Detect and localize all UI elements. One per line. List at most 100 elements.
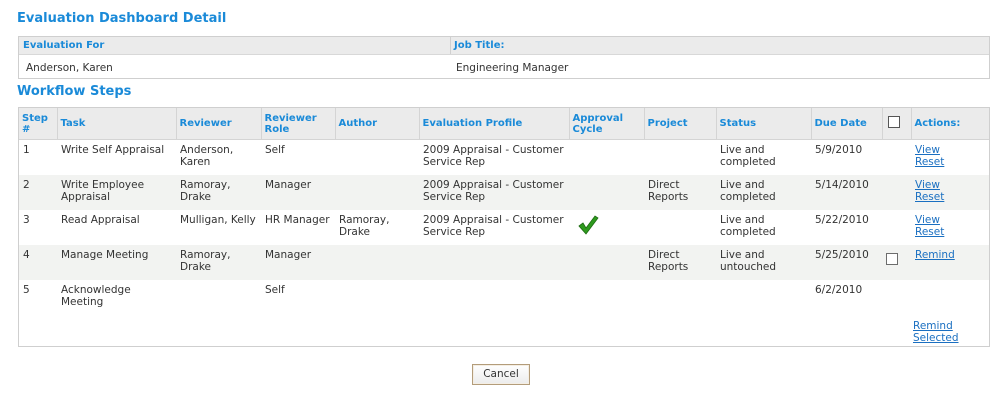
cell-due-date: 5/22/2010 xyxy=(815,214,869,226)
cell-author xyxy=(335,140,419,176)
cell-task: Read Appraisal xyxy=(61,214,140,226)
workflow-title: Workflow Steps xyxy=(17,84,132,99)
cell-status: Live and untouched xyxy=(716,245,811,280)
reset-link[interactable]: Reset xyxy=(915,156,985,168)
cell-task: Write Employee Appraisal xyxy=(57,175,176,210)
cell-step: 4 xyxy=(19,245,57,280)
cell-reviewer: Mulligan, Kelly xyxy=(180,214,256,226)
col-header-author: Author xyxy=(334,108,419,140)
table-header-row: Step # Task Reviewer Reviewer Role Autho… xyxy=(19,108,989,140)
table-row: 5 Acknowledge Meeting Self 6/2/2010 xyxy=(19,280,989,345)
cell-select xyxy=(882,210,911,245)
table-row: 3 Read Appraisal Mulligan, Kelly HR Mana… xyxy=(19,210,989,245)
col-header-reviewer: Reviewer xyxy=(175,108,261,140)
job-title-label: Job Title: xyxy=(454,40,505,51)
cell-role: Manager xyxy=(261,175,335,210)
col-header-reviewer-role: Reviewer Role xyxy=(260,108,335,140)
cell-task: Acknowledge Meeting xyxy=(61,284,131,308)
cell-profile: 2009 Appraisal - Customer Service Rep xyxy=(423,144,564,168)
cell-approval xyxy=(569,140,644,176)
evaluation-info-header: Evaluation For Job Title: xyxy=(19,37,989,55)
cell-profile: 2009 Appraisal - Customer Service Rep xyxy=(423,214,564,238)
cell-status: Live and completed xyxy=(720,214,776,238)
remind-link[interactable]: Remind xyxy=(915,249,985,261)
cell-role: Self xyxy=(265,144,285,156)
workflow-table-box: Step # Task Reviewer Reviewer Role Autho… xyxy=(18,107,990,347)
table-row: 1 Write Self Appraisal Anderson, Karen S… xyxy=(19,140,989,176)
cell-select xyxy=(882,175,911,210)
cell-actions: Remind xyxy=(911,245,989,280)
cell-status: Live and completed xyxy=(720,144,776,168)
evaluation-info-box: Evaluation For Job Title: Anderson, Kare… xyxy=(18,36,990,79)
cell-project xyxy=(644,210,716,245)
reset-link[interactable]: Reset xyxy=(915,226,985,238)
cell-profile xyxy=(419,280,569,345)
cell-role: Manager xyxy=(261,245,335,280)
page-title: Evaluation Dashboard Detail xyxy=(17,11,227,26)
workflow-table: Step # Task Reviewer Reviewer Role Autho… xyxy=(19,108,989,345)
select-all-checkbox[interactable] xyxy=(887,116,900,128)
col-header-status: Status xyxy=(715,108,811,140)
view-link[interactable]: View xyxy=(915,179,985,191)
cell-profile xyxy=(419,245,569,280)
evaluation-for-label: Evaluation For xyxy=(23,40,105,51)
table-row: 4 Manage Meeting Ramoray, Drake Manager … xyxy=(19,245,989,280)
col-header-task: Task xyxy=(56,108,176,140)
cell-author xyxy=(335,175,419,210)
col-header-evaluation-profile: Evaluation Profile xyxy=(418,108,569,140)
row-select-checkbox[interactable] xyxy=(886,253,898,265)
cell-approval xyxy=(569,280,644,345)
cell-approval xyxy=(569,245,644,280)
col-header-approval-cycle: Approval Cycle xyxy=(568,108,644,140)
cell-actions: View Reset xyxy=(911,140,989,176)
cell-step: 3 xyxy=(23,214,30,226)
cell-role: Self xyxy=(265,284,285,296)
col-header-step: Step # xyxy=(19,108,57,140)
cancel-button[interactable]: Cancel xyxy=(472,364,530,385)
cell-author xyxy=(335,245,419,280)
evaluation-for-value: Anderson, Karen xyxy=(26,62,113,74)
cell-task: Write Self Appraisal xyxy=(61,144,165,156)
cell-approval xyxy=(569,210,644,245)
cell-due-date: 6/2/2010 xyxy=(815,284,863,296)
cell-reviewer: Anderson, Karen xyxy=(180,144,234,168)
reset-link[interactable]: Reset xyxy=(915,191,985,203)
view-link[interactable]: View xyxy=(915,144,985,156)
cell-project: Direct Reports xyxy=(644,175,716,210)
cell-task: Manage Meeting xyxy=(57,245,176,280)
job-title-value: Engineering Manager xyxy=(456,62,569,74)
cell-step: 5 xyxy=(23,284,30,296)
cell-profile: 2009 Appraisal - Customer Service Rep xyxy=(419,175,569,210)
remind-selected-link[interactable]: Remind Selected xyxy=(913,320,973,344)
cell-project: Direct Reports xyxy=(644,245,716,280)
table-row: 2 Write Employee Appraisal Ramoray, Drak… xyxy=(19,175,989,210)
cell-status xyxy=(716,280,811,345)
cell-select xyxy=(882,280,911,345)
cell-project xyxy=(644,140,716,176)
col-header-project: Project xyxy=(643,108,716,140)
cell-due-date: 5/9/2010 xyxy=(815,144,863,156)
col-header-actions: Actions: xyxy=(910,108,989,140)
cell-approval xyxy=(569,175,644,210)
cell-author xyxy=(335,280,419,345)
col-header-due-date: Due Date xyxy=(810,108,882,140)
cell-author: Ramoray, Drake xyxy=(339,214,390,238)
cell-project xyxy=(644,280,716,345)
cell-due-date: 5/25/2010 xyxy=(811,245,882,280)
cell-step: 2 xyxy=(19,175,57,210)
cell-actions: View Reset xyxy=(911,175,989,210)
cell-status: Live and completed xyxy=(716,175,811,210)
cell-actions: View Reset xyxy=(911,210,989,245)
col-header-select-all xyxy=(881,108,911,140)
cell-role: HR Manager xyxy=(265,214,330,226)
cell-step: 1 xyxy=(23,144,30,156)
cell-select xyxy=(882,245,911,280)
cell-reviewer: Ramoray, Drake xyxy=(176,245,261,280)
view-link[interactable]: View xyxy=(915,214,985,226)
cell-reviewer: Ramoray, Drake xyxy=(176,175,261,210)
cell-due-date: 5/14/2010 xyxy=(811,175,882,210)
cell-reviewer xyxy=(176,280,261,345)
column-divider xyxy=(450,37,451,54)
cell-select xyxy=(882,140,911,176)
checkmark-icon xyxy=(578,215,599,235)
